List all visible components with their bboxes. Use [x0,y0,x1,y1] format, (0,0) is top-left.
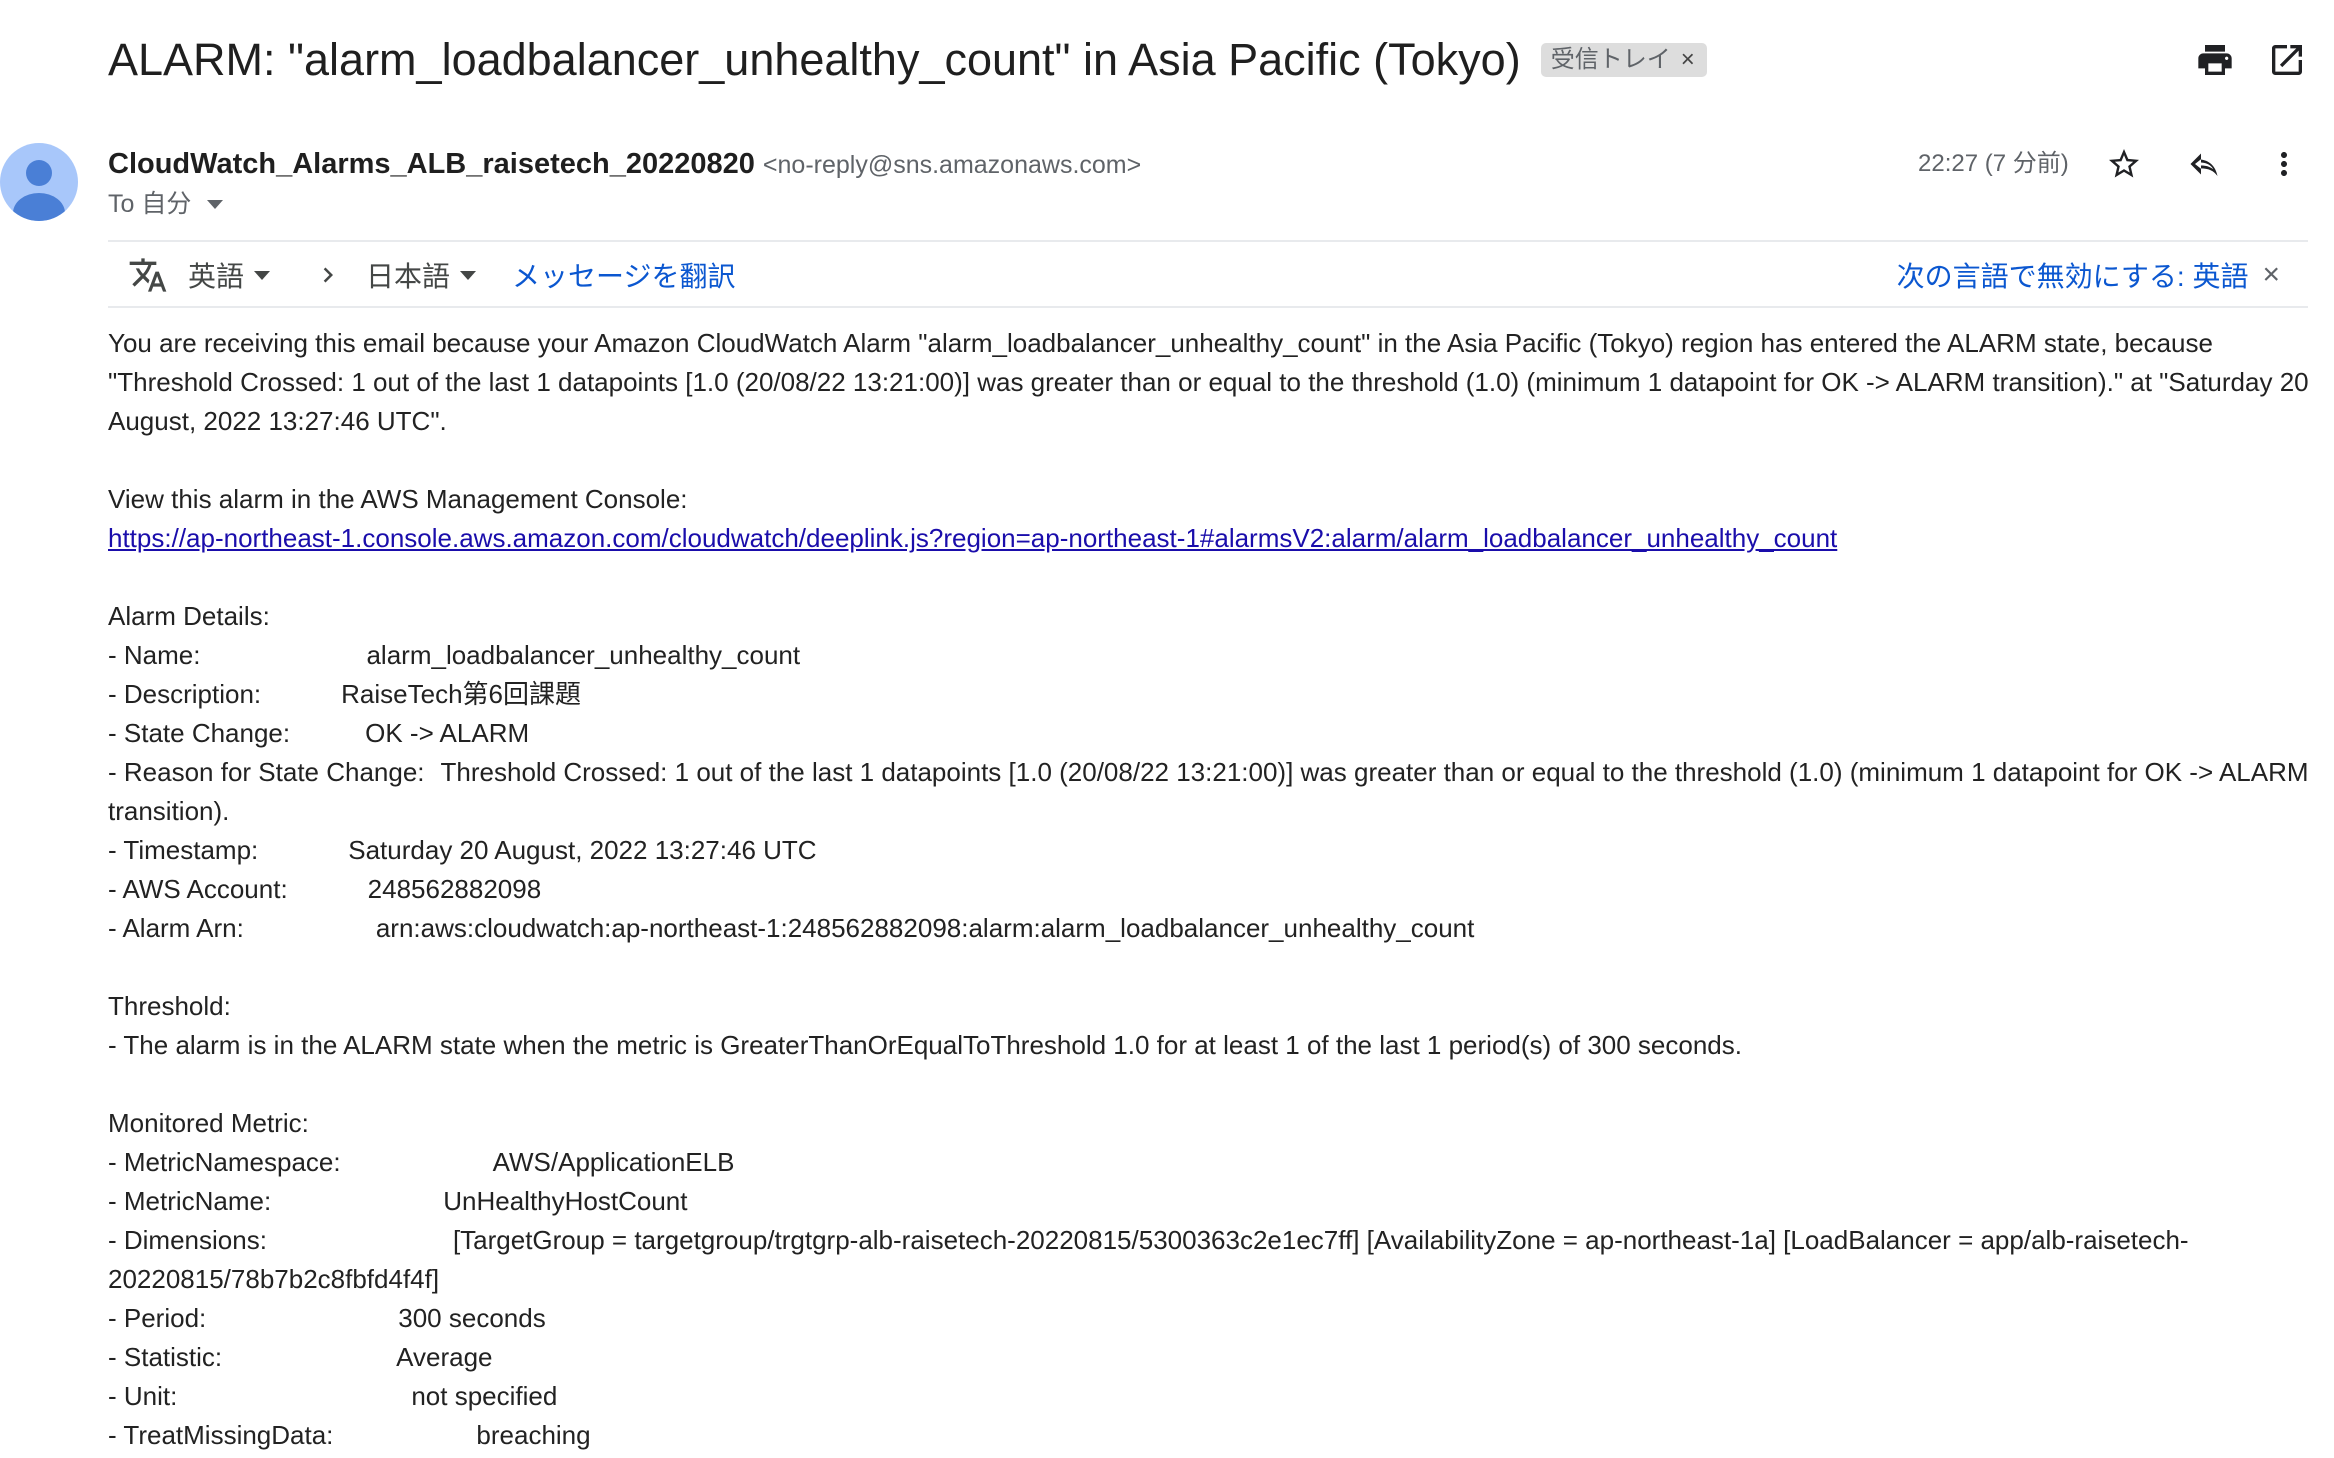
detail-row: - AWS Account: 248562882098 [108,874,542,904]
sender-avatar [0,143,78,221]
star-icon[interactable] [2099,139,2149,189]
metric-row: - MetricName: UnHealthyHostCount [108,1186,688,1216]
detail-row: - Name: alarm_loadbalancer_unhealthy_coun… [108,640,801,670]
sender-name[interactable]: CloudWatch_Alarms_ALB_raisetech_20220820 [108,148,755,180]
intro-paragraph: You are receiving this email because you… [108,328,2309,436]
divider [108,240,2308,242]
recipient-label: To 自分 [108,190,192,218]
email-subject: ALARM: "alarm_loadbalancer_unhealthy_cou… [108,34,1521,85]
translate-bar: 英語 日本語 メッセージを翻訳 次の言語で無効にする: 英語 × [108,246,2308,304]
translate-icon [128,246,168,304]
chevron-down-icon [207,199,224,209]
detail-row: - Timestamp: Saturday 20 August, 2022 13:… [108,835,817,865]
chevron-right-icon [313,246,343,304]
close-translate-bar-icon[interactable]: × [2262,258,2280,292]
metric-row: - TreatMissingData: breaching [108,1420,591,1450]
metric-row: - Dimensions: [TargetGroup = targetgroup/… [108,1225,2189,1294]
label-chip-text: 受信トレイ [1550,46,1671,73]
divider [108,306,2308,308]
chevron-down-icon [460,270,477,280]
metric-row: - MetricNamespace: AWS/ApplicationELB [108,1147,735,1177]
metric-row: - Unit: not specified [108,1381,558,1411]
more-vert-icon[interactable] [2259,139,2309,189]
detail-row: - Reason for State Change: Threshold Cros… [108,757,2309,826]
detail-row: - Alarm Arn: arn:aws:cloudwatch:ap-northe… [108,913,1475,943]
print-icon[interactable] [2190,35,2240,85]
target-language-select[interactable]: 日本語 [366,246,477,304]
disable-translation-link[interactable]: 次の言語で無効にする: 英語 [1897,255,2249,295]
sender-email: <no-reply@sns.amazonaws.com> [762,151,1142,179]
reply-icon[interactable] [2179,139,2229,189]
console-link[interactable]: https://ap-northeast-1.console.aws.amazo… [108,523,1837,553]
detail-row: - Description: RaiseTech第6回課題 [108,679,582,709]
email-timestamp: 22:27 (7 分前) [1918,150,2069,177]
email-body: You are receiving this email because you… [108,324,2313,1455]
metric-row: - Statistic: Average [108,1342,493,1372]
threshold-text: - The alarm is in the ALARM state when t… [108,1030,1742,1060]
metric-heading: Monitored Metric: [108,1108,309,1138]
threshold-heading: Threshold: [108,991,231,1021]
target-language-label: 日本語 [366,261,451,292]
detail-row: - State Change: OK -> ALARM [108,718,530,748]
console-heading: View this alarm in the AWS Management Co… [108,484,688,514]
remove-label-icon[interactable]: × [1681,43,1695,77]
sender-line: CloudWatch_Alarms_ALB_raisetech_20220820… [108,144,1141,185]
recipient-details-toggle[interactable]: To 自分 [108,186,224,222]
chevron-down-icon [254,270,271,280]
inbox-label-chip[interactable]: 受信トレイ × [1540,43,1707,77]
source-language-label: 英語 [188,261,245,292]
alarm-details-heading: Alarm Details: [108,601,270,631]
person-icon [13,160,65,221]
translate-message-link[interactable]: メッセージを翻訳 [512,246,735,304]
metric-row: - Period: 300 seconds [108,1303,546,1333]
source-language-select[interactable]: 英語 [188,246,271,304]
disable-translation-group: 次の言語で無効にする: 英語 × [1897,246,2280,304]
open-in-new-window-icon[interactable] [2262,35,2312,85]
